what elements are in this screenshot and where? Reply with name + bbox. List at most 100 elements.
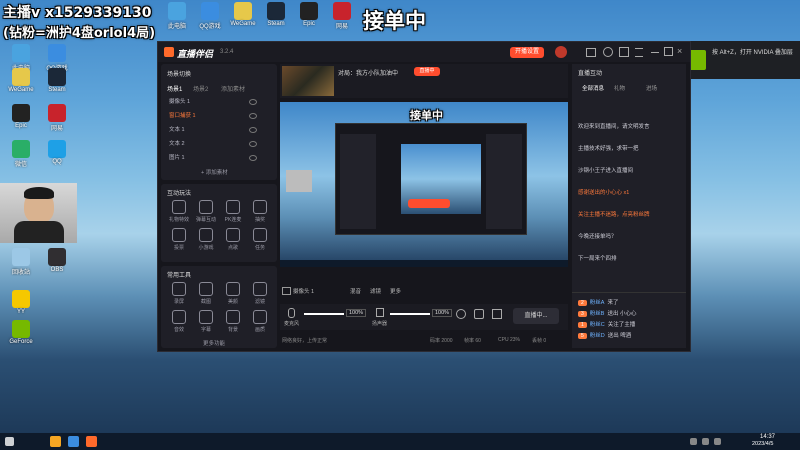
close-button[interactable]: × [677, 46, 682, 56]
tool-icon [172, 228, 186, 242]
tool-button[interactable]: 礼物特效 [167, 200, 191, 223]
desktop-icon[interactable]: OBS [40, 248, 74, 273]
tool-button[interactable]: PK连麦 [221, 200, 245, 223]
tool-button[interactable]: 美颜 [221, 282, 245, 305]
mic-icon[interactable] [288, 308, 295, 318]
live-status-button[interactable]: 直播中... [513, 308, 559, 324]
gift-user-name[interactable]: 粉丝D [590, 333, 605, 339]
taskbar-app-3[interactable] [86, 436, 97, 447]
gift-user-name[interactable]: 粉丝C [590, 322, 605, 328]
chat-message: 沙钢小王子进入直播间 [578, 168, 634, 174]
desktop-icon-label: 微信 [14, 162, 27, 168]
desktop-icon[interactable]: Steam [40, 68, 74, 93]
desktop-icon[interactable]: 此电脑 [160, 2, 194, 30]
scene-header: 场景切换 [167, 72, 192, 78]
desktop-icon[interactable]: Epic [292, 2, 326, 27]
clock-time[interactable]: 14:37 [760, 434, 775, 440]
tool-icon [172, 200, 186, 214]
desktop-icon[interactable]: Steam [259, 2, 293, 27]
minimize-button[interactable] [651, 52, 659, 53]
chat-message: 下一局来个四排 [578, 256, 617, 262]
tool-button[interactable]: 背景 [221, 310, 245, 333]
eye-icon[interactable] [249, 127, 257, 133]
tool-button[interactable]: 滤镜 [248, 282, 272, 305]
tray-icon-1[interactable] [690, 438, 697, 445]
tool-button[interactable]: 点歌 [221, 228, 245, 251]
desktop-icon-glyph [48, 68, 66, 86]
scene-tab-1[interactable]: 场景1 [167, 84, 182, 93]
tool-button[interactable]: 弹幕互动 [194, 200, 218, 223]
record-icon[interactable] [474, 309, 484, 319]
menu-icon[interactable] [635, 48, 643, 57]
desktop-icon[interactable]: QQ游戏 [193, 2, 227, 30]
bottom-tab-more[interactable]: 更多 [390, 287, 401, 295]
mic-volume-slider[interactable] [304, 313, 344, 315]
desktop-icon[interactable]: 微信 [4, 140, 38, 168]
tool-button[interactable]: 小游戏 [194, 228, 218, 251]
gift-user-name[interactable]: 粉丝A [590, 300, 605, 306]
stat-item: 丢帧 0 [532, 338, 547, 344]
tool-button[interactable]: 录屏 [167, 282, 191, 305]
gift-text: 送出 小心心 [607, 311, 637, 317]
eye-icon[interactable] [249, 155, 257, 161]
tool-button[interactable]: 投票 [167, 228, 191, 251]
tool-button[interactable]: 任务 [248, 228, 272, 251]
tool-label: 小游戏 [198, 245, 214, 251]
desktop-icon[interactable]: 网易 [40, 104, 74, 132]
desktop-icon[interactable]: Epic [4, 104, 38, 129]
source-item[interactable]: 文本 1 [169, 125, 269, 136]
eye-icon[interactable] [249, 113, 257, 119]
fan-badge: 1 [578, 322, 587, 328]
settings-icon[interactable] [456, 309, 466, 319]
more-functions-link[interactable]: 更多功能 [203, 339, 225, 347]
stats-icon[interactable] [492, 309, 502, 319]
tray-icon-2[interactable] [702, 438, 709, 445]
gear-icon[interactable] [603, 47, 613, 57]
desktop-icon[interactable]: 回收站 [4, 248, 38, 276]
go-live-settings-button[interactable]: 开播设置 [510, 47, 544, 58]
tool-button[interactable]: 音效 [167, 310, 191, 333]
clock-date[interactable]: 2023/4/5 [752, 441, 773, 447]
start-button[interactable] [5, 437, 14, 446]
bottom-tab-filter[interactable]: 滤镜 [370, 287, 381, 295]
desktop-icon-label: 回收站 [11, 270, 30, 276]
chat-tab[interactable]: 进场 [646, 84, 657, 92]
source-item[interactable]: 图片 1 [169, 153, 269, 164]
chat-tab[interactable]: 礼物 [614, 84, 625, 92]
game-title: 对局：我方小队加油中 [338, 71, 399, 77]
tool-button[interactable]: 画质 [248, 310, 272, 333]
desktop-icon[interactable]: YY [4, 290, 38, 315]
desktop-icon[interactable]: QQ [40, 140, 74, 165]
add-source-button[interactable]: + 添加素材 [201, 168, 228, 176]
eye-icon[interactable] [249, 141, 257, 147]
desktop-icon[interactable]: WeGame [226, 2, 260, 27]
source-item[interactable]: 窗口捕获 1 [169, 111, 269, 122]
mail-icon[interactable] [586, 48, 596, 57]
scene-tab-2[interactable]: 场景2 [193, 84, 208, 93]
tool-button[interactable]: 字幕 [194, 310, 218, 333]
desktop-icon[interactable]: 网易 [325, 2, 359, 30]
nvidia-notification[interactable]: 按 Alt+Z，打开 NVIDIA 叠加层 [677, 41, 800, 79]
gift-user-name[interactable]: 粉丝B [590, 311, 605, 317]
source-item[interactable]: 摄像头 1 [169, 97, 269, 108]
desktop-icon[interactable]: GeForce [4, 320, 38, 345]
avatar[interactable] [555, 46, 567, 58]
chat-tab[interactable]: 全部消息 [582, 84, 604, 92]
tool-button[interactable]: 截图 [194, 282, 218, 305]
eye-icon[interactable] [249, 99, 257, 105]
desktop-icon[interactable]: WeGame [4, 68, 38, 93]
speaker-volume-slider[interactable] [390, 313, 430, 315]
source-item[interactable]: 文本 2 [169, 139, 269, 150]
left-sidebar: 场景切换 场景1 场景2 添加素材 摄像头 1 窗口捕获 1 文本 1 文本 2 图片 … [161, 64, 277, 348]
bottom-tab-mix[interactable]: 混音 [350, 287, 361, 295]
skin-icon[interactable] [619, 47, 629, 57]
tool-label: 抽奖 [254, 217, 265, 223]
gift-row: 5 粉丝D 送出 啤酒 [578, 331, 682, 340]
tool-label: 截图 [200, 299, 211, 305]
taskbar-app-2[interactable] [68, 436, 79, 447]
tray-icon-3[interactable] [714, 438, 721, 445]
maximize-button[interactable] [664, 47, 673, 56]
taskbar-app-1[interactable] [50, 436, 61, 447]
tool-button[interactable]: 抽奖 [248, 200, 272, 223]
speaker-icon[interactable] [376, 308, 384, 317]
